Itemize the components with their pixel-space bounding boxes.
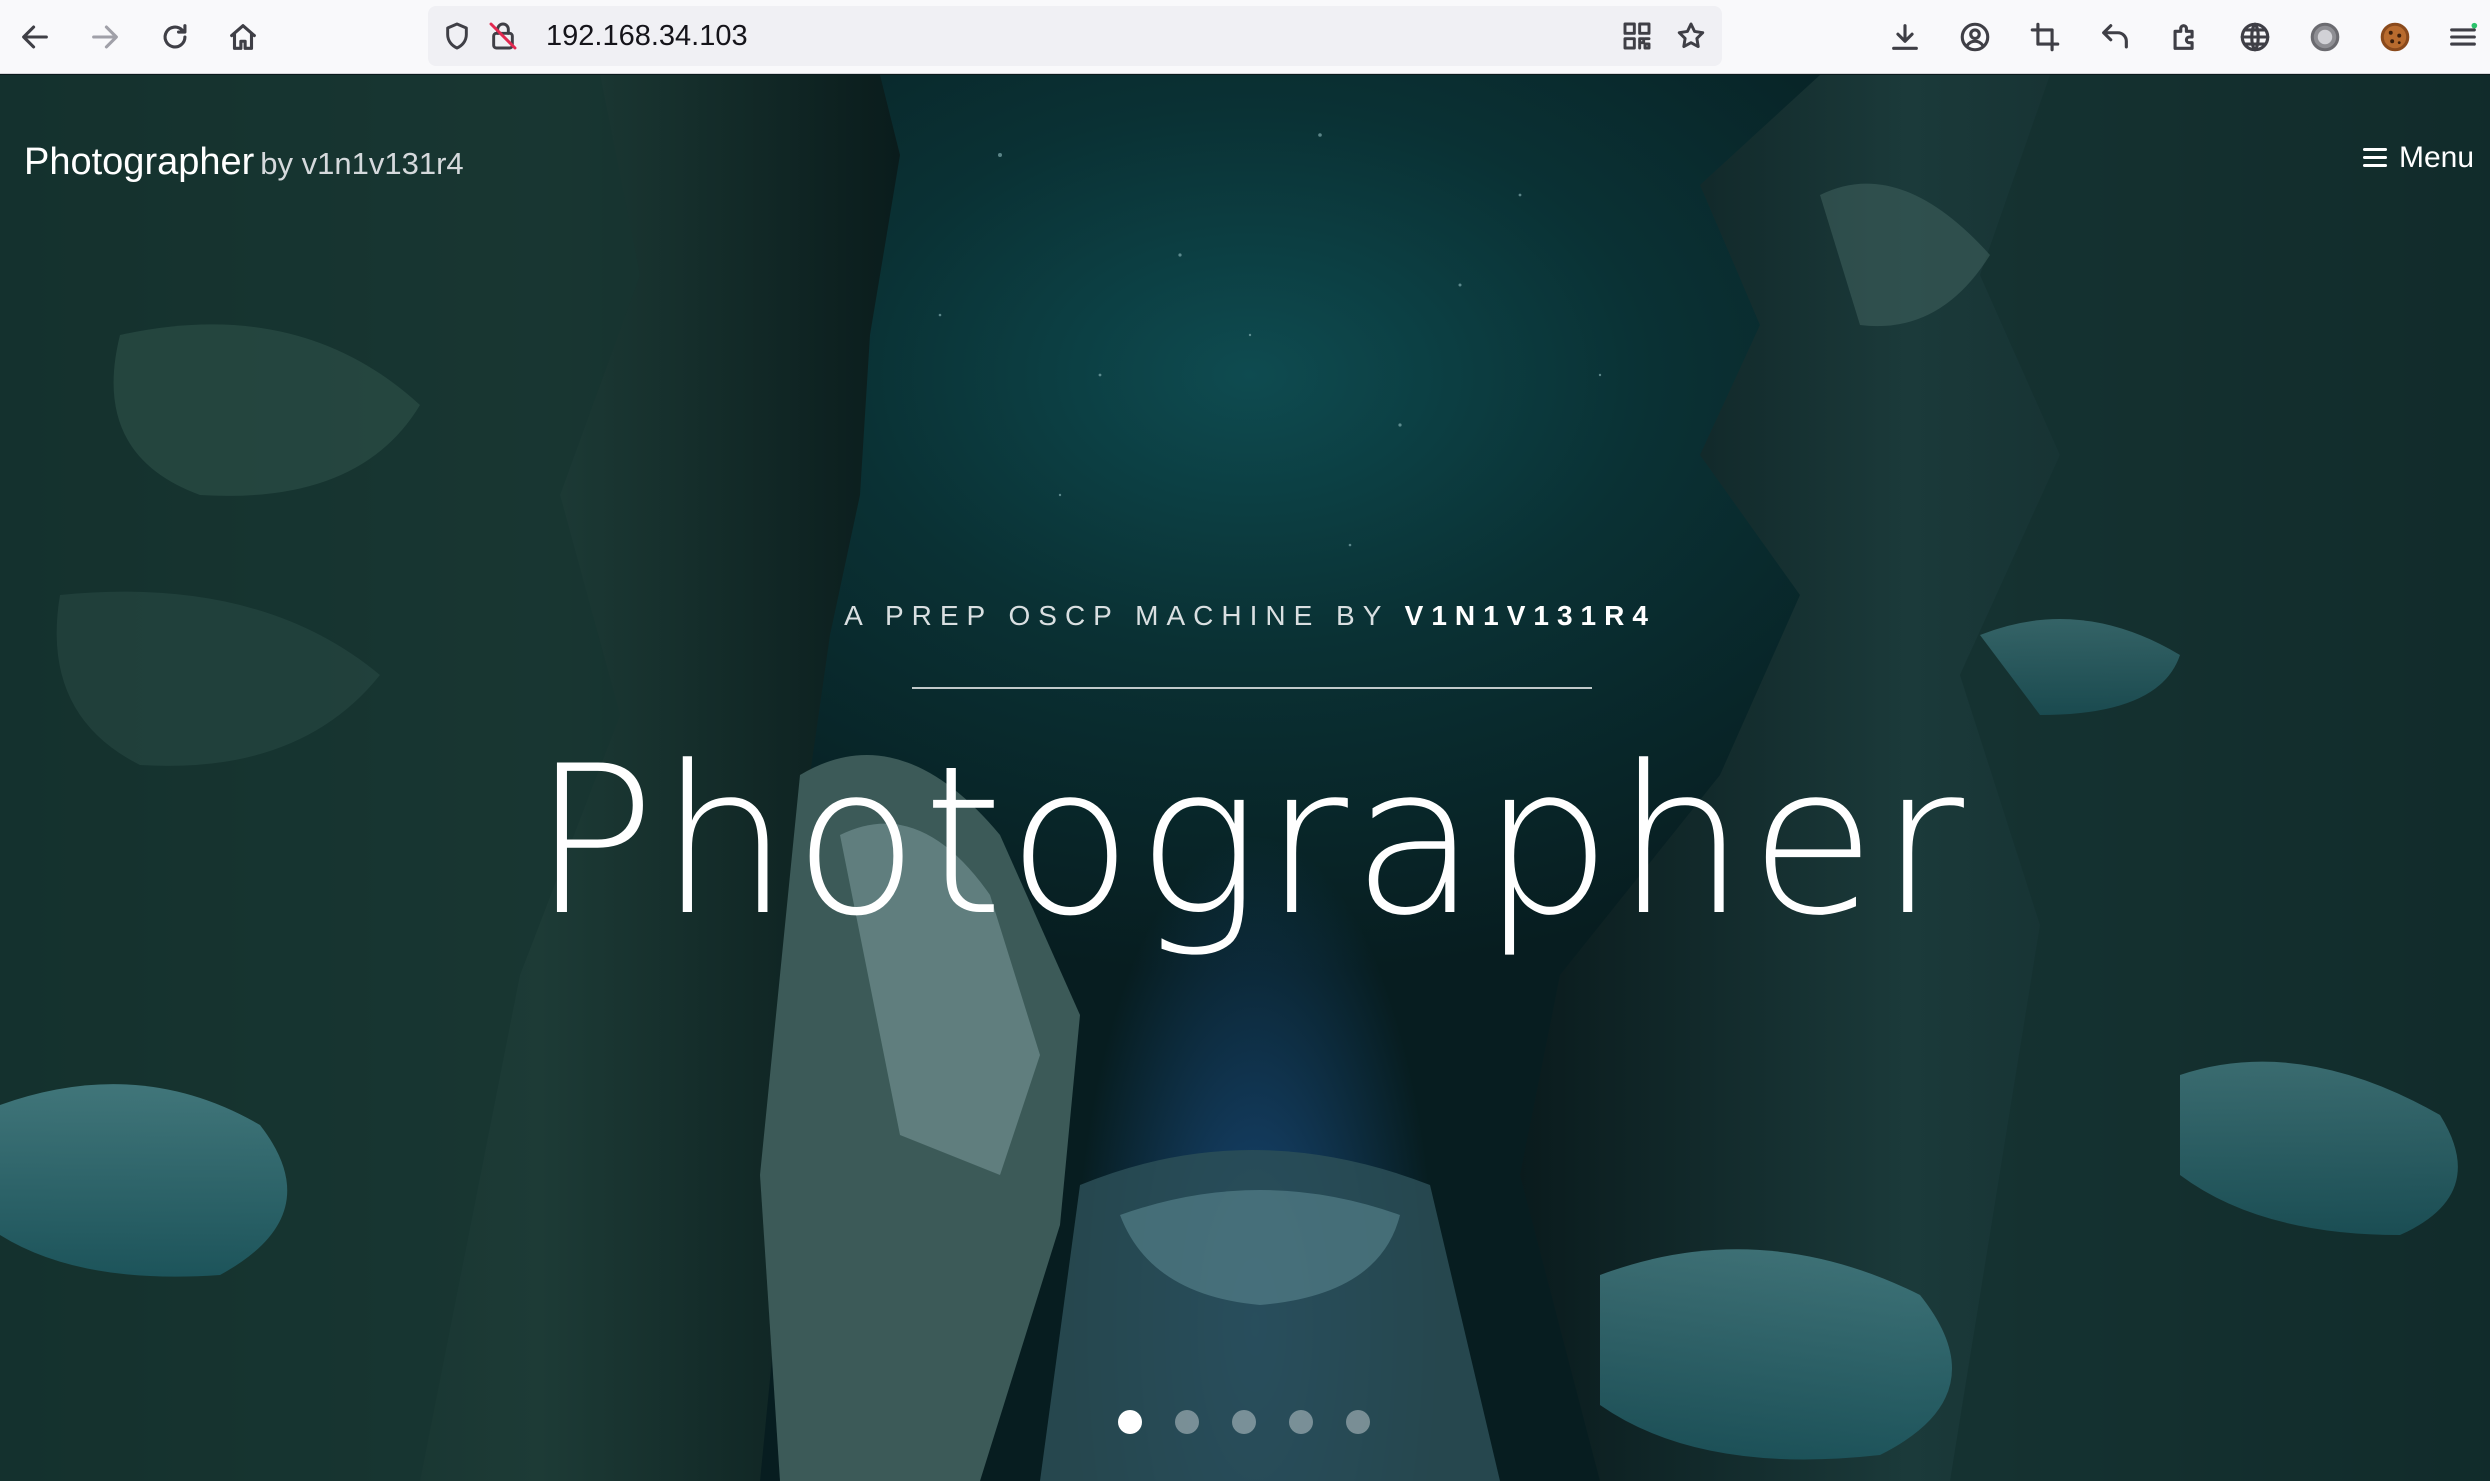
cookie-extension-button[interactable] xyxy=(2370,12,2420,62)
url-text[interactable]: 192.168.34.103 xyxy=(546,20,748,52)
translate-button[interactable] xyxy=(2230,12,2280,62)
brand-author: by v1n1v131r4 xyxy=(260,146,464,181)
menu-button[interactable]: Menu xyxy=(2362,141,2474,175)
hero-section: Photographer by v1n1v131r4 Menu A PREP OS… xyxy=(0,75,2490,1481)
menu-label: Menu xyxy=(2398,141,2474,174)
hamburger-icon xyxy=(2362,148,2387,168)
hero-subtitle: A PREP OSCP MACHINE BY V1N1V131R4 xyxy=(0,600,2490,632)
undo-icon xyxy=(2102,24,2128,49)
subtitle-author: V1N1V131R4 xyxy=(1404,600,1656,631)
bookmark-star-icon xyxy=(1677,22,1705,48)
slider-dot[interactable] xyxy=(1346,1410,1370,1434)
url-bar[interactable]: 192.168.34.103 xyxy=(428,6,1722,66)
hero-title: Photographer xyxy=(531,723,1969,961)
download-icon xyxy=(1892,24,1918,50)
home-button[interactable] xyxy=(218,12,268,62)
qr-code-icon xyxy=(1623,22,1651,50)
tracking-protection-button[interactable] xyxy=(440,19,474,53)
extension-a-button[interactable] xyxy=(2300,12,2350,62)
tracking-shield-icon xyxy=(446,22,468,50)
qr-code-button[interactable] xyxy=(1620,19,1654,53)
cookie-icon xyxy=(2380,22,2410,52)
brand-name: Photographer xyxy=(24,141,255,183)
hero-divider xyxy=(912,687,1592,689)
slider-dot[interactable] xyxy=(1118,1410,1142,1434)
downloads-button[interactable] xyxy=(1880,12,1930,62)
home-icon xyxy=(230,24,256,50)
extension-badge-icon xyxy=(2310,22,2340,52)
slider-dot[interactable] xyxy=(1232,1410,1256,1434)
extensions-icon xyxy=(2173,24,2194,50)
globe-icon xyxy=(2240,22,2270,52)
site-info-button[interactable] xyxy=(486,19,520,53)
subtitle-prefix: A PREP OSCP MACHINE BY xyxy=(844,600,1389,631)
app-menu-button[interactable] xyxy=(2438,12,2488,62)
undo-button[interactable] xyxy=(2090,12,2140,62)
forward-arrow-icon xyxy=(92,25,118,49)
bookmark-button[interactable] xyxy=(1674,19,1708,53)
slider-dot[interactable] xyxy=(1175,1410,1199,1434)
crop-icon xyxy=(2030,22,2060,52)
forward-button[interactable] xyxy=(80,12,130,62)
reload-button[interactable] xyxy=(150,12,200,62)
extensions-button[interactable] xyxy=(2160,12,2210,62)
slider-pagination xyxy=(1118,1410,1370,1434)
site-brand-link[interactable]: Photographer by v1n1v131r4 xyxy=(24,139,464,187)
browser-toolbar: 192.168.34.103 xyxy=(0,0,2490,74)
app-menu-icon xyxy=(2450,22,2478,46)
back-arrow-icon xyxy=(22,25,48,49)
screenshot-crop-button[interactable] xyxy=(2020,12,2070,62)
account-button[interactable] xyxy=(1950,12,2000,62)
reload-icon xyxy=(163,24,187,49)
insecure-lock-icon xyxy=(489,22,517,50)
slider-dot[interactable] xyxy=(1289,1410,1313,1434)
back-button[interactable] xyxy=(10,12,60,62)
account-icon xyxy=(1960,22,1990,52)
